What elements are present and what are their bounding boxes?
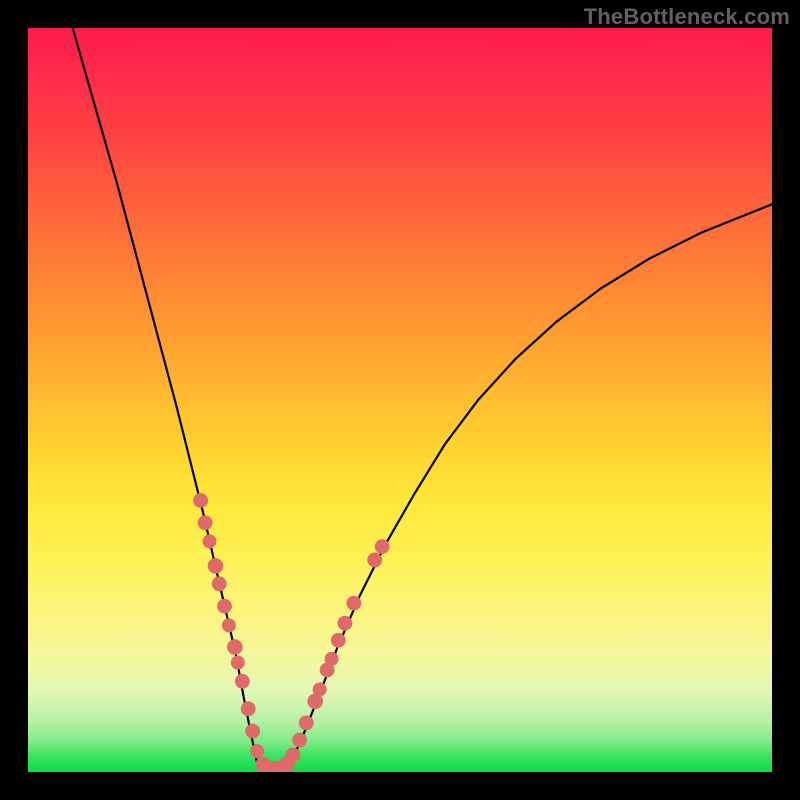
data-dot — [241, 701, 256, 716]
watermark-text: TheBottleneck.com — [584, 4, 790, 30]
data-dot — [292, 733, 307, 748]
chart-svg — [28, 28, 772, 772]
plot-area — [28, 28, 772, 772]
chart-frame: TheBottleneck.com — [0, 0, 800, 800]
bottleneck-curve — [73, 28, 772, 770]
data-dot — [245, 724, 260, 739]
data-dot — [338, 616, 353, 631]
data-dot — [313, 682, 327, 696]
data-dot — [375, 539, 390, 554]
data-dot — [250, 744, 264, 758]
data-dot — [217, 599, 232, 614]
data-dots-group — [193, 493, 389, 772]
data-dot — [346, 596, 361, 611]
data-dot — [367, 553, 382, 568]
data-dot — [331, 633, 346, 648]
data-dot — [212, 576, 227, 591]
data-dot — [193, 493, 208, 508]
data-dot — [208, 558, 224, 574]
data-dot — [325, 652, 339, 666]
data-dot — [227, 639, 243, 655]
data-dot — [285, 747, 300, 762]
data-dot — [203, 534, 217, 548]
data-dot — [198, 515, 213, 530]
data-dot — [299, 716, 314, 731]
data-dot — [231, 656, 245, 670]
data-dot — [235, 674, 250, 689]
data-dot — [222, 618, 236, 632]
